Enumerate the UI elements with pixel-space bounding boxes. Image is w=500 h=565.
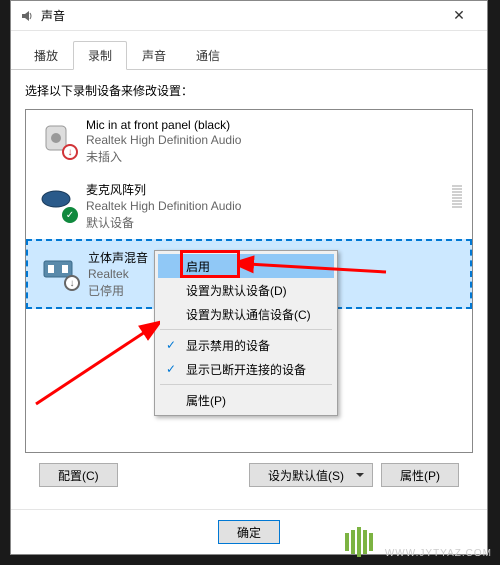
default-badge: ✓ [62, 207, 78, 223]
device-name: 立体声混音 [88, 249, 148, 266]
tab-playback[interactable]: 播放 [19, 41, 73, 69]
device-name: Mic in at front panel (black) [86, 118, 241, 132]
device-mic-front[interactable]: ↓ Mic in at front panel (black) Realtek … [26, 110, 472, 173]
tab-sounds[interactable]: 声音 [127, 41, 181, 69]
menu-properties[interactable]: 属性(P) [158, 388, 334, 412]
device-mic-array[interactable]: ✓ 麦克风阵列 Realtek High Definition Audio 默认… [26, 173, 472, 239]
device-info: 麦克风阵列 Realtek High Definition Audio 默认设备 [86, 181, 241, 231]
mic-array-icon: ✓ [36, 181, 76, 221]
device-info: 立体声混音 Realtek 已停用 [88, 249, 148, 299]
mic-jack-icon: ↓ [36, 118, 76, 158]
properties-button[interactable]: 属性(P) [381, 463, 459, 487]
titlebar: 声音 ✕ [11, 1, 487, 31]
device-desc: Realtek [88, 267, 148, 281]
disabled-badge: ↓ [64, 275, 80, 291]
set-default-button[interactable]: 设为默认值(S) [249, 463, 373, 487]
device-buttons: 配置(C) 设为默认值(S) 属性(P) [25, 453, 473, 497]
device-status: 已停用 [88, 282, 148, 299]
configure-button[interactable]: 配置(C) [39, 463, 118, 487]
ok-button[interactable]: 确定 [218, 520, 280, 544]
device-name: 麦克风阵列 [86, 181, 241, 198]
menu-set-default[interactable]: 设置为默认设备(D) [158, 278, 334, 302]
menu-enable[interactable]: 启用 [158, 254, 334, 278]
watermark-title: 天源安卓网 [385, 524, 492, 548]
unplugged-badge: ↓ [62, 144, 78, 160]
device-desc: Realtek High Definition Audio [86, 133, 241, 147]
stereo-mix-icon: ↓ [38, 249, 78, 289]
watermark: 天源安卓网 WWW.JYTYAZ.COM [343, 524, 492, 559]
speaker-icon [19, 8, 35, 24]
close-icon: ✕ [453, 7, 465, 24]
menu-separator [160, 329, 332, 330]
device-desc: Realtek High Definition Audio [86, 199, 241, 213]
check-icon: ✓ [166, 362, 176, 376]
watermark-logo-icon [343, 525, 377, 559]
instruction-text: 选择以下录制设备来修改设置： [25, 82, 473, 99]
menu-show-disconnected[interactable]: ✓显示已断开连接的设备 [158, 357, 334, 381]
tab-communications[interactable]: 通信 [181, 41, 235, 69]
menu-show-disabled[interactable]: ✓显示禁用的设备 [158, 333, 334, 357]
window-title: 声音 [41, 7, 439, 24]
menu-set-default-comm[interactable]: 设置为默认通信设备(C) [158, 302, 334, 326]
close-button[interactable]: ✕ [439, 2, 479, 30]
device-status: 默认设备 [86, 214, 241, 231]
tab-recording[interactable]: 录制 [73, 41, 127, 70]
context-menu: 启用 设置为默认设备(D) 设置为默认通信设备(C) ✓显示禁用的设备 ✓显示已… [154, 250, 338, 416]
menu-separator [160, 384, 332, 385]
device-status: 未插入 [86, 148, 241, 165]
check-icon: ✓ [166, 338, 176, 352]
device-info: Mic in at front panel (black) Realtek Hi… [86, 118, 241, 165]
tabs: 播放 录制 声音 通信 [11, 35, 487, 70]
level-meter [452, 185, 462, 208]
watermark-url: WWW.JYTYAZ.COM [385, 548, 492, 559]
